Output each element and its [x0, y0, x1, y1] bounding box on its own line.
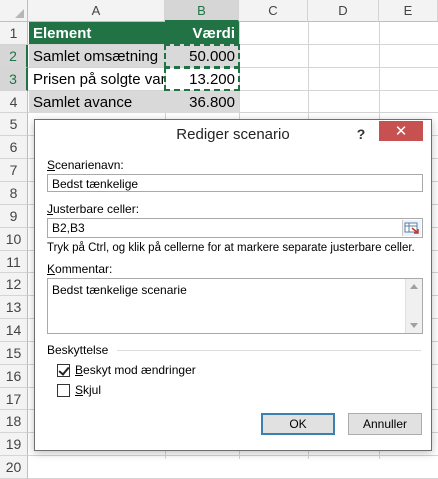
dialog-titlebar[interactable]: Rediger scenario ? ✕ [35, 120, 431, 150]
row-header-19[interactable]: 19 [0, 433, 28, 456]
range-select-icon [404, 222, 419, 234]
ok-button[interactable]: OK [261, 413, 335, 435]
scenario-name-input[interactable]: Bedst tænkelige [47, 174, 423, 192]
row-header-3[interactable]: 3 [0, 68, 28, 91]
row-header-17[interactable]: 17 [0, 388, 28, 410]
row-header-2[interactable]: 2 [0, 45, 28, 68]
row-header-5[interactable]: 5 [0, 113, 28, 136]
row-header-6[interactable]: 6 [0, 136, 28, 159]
prevent-changes-label[interactable]: Beskyt mod ændringer [75, 363, 196, 377]
row-header-10[interactable]: 10 [0, 228, 28, 251]
scroll-down-icon[interactable] [410, 323, 418, 328]
collapse-dialog-button[interactable] [402, 220, 421, 236]
hide-label[interactable]: Skjul [75, 383, 101, 397]
changing-cells-label: Justerbare celler: [47, 202, 140, 216]
hide-checkbox[interactable] [57, 384, 70, 397]
changing-cells-value: B2,B3 [52, 221, 85, 235]
cell-a2[interactable]: Samlet omsætning [29, 45, 165, 67]
row-header-7[interactable]: 7 [0, 159, 28, 182]
cell-a4[interactable]: Samlet avance [29, 91, 165, 113]
row-header-8[interactable]: 8 [0, 182, 28, 205]
row-header-18[interactable]: 18 [0, 410, 28, 433]
scenario-name-label: Scenarienavn: [47, 158, 124, 172]
cell-b3[interactable]: 13.200 [165, 68, 239, 90]
row-header-15[interactable]: 15 [0, 342, 28, 365]
comment-label: Kommentar: [47, 262, 113, 276]
column-header-e[interactable]: E [379, 0, 438, 22]
column-header-c[interactable]: C [239, 0, 308, 22]
column-header-d[interactable]: D [308, 0, 379, 22]
close-icon: ✕ [394, 123, 408, 140]
protection-group-label: Beskyttelse [47, 343, 109, 357]
protection-separator [117, 350, 421, 351]
column-header-a[interactable]: A [28, 0, 165, 22]
comment-text: Bedst tænkelige scenarie [52, 283, 187, 297]
cell-b2[interactable]: 50.000 [165, 45, 239, 67]
row-header-12[interactable]: 12 [0, 273, 28, 296]
row-header-20[interactable]: 20 [0, 456, 28, 479]
select-all-corner[interactable] [0, 0, 28, 22]
row-header-16[interactable]: 16 [0, 365, 28, 388]
row-header-1[interactable]: 1 [0, 22, 28, 45]
cell-a3[interactable]: Prisen på solgte varer [29, 68, 165, 90]
row-header-4[interactable]: 4 [0, 91, 28, 113]
row-header-11[interactable]: 11 [0, 251, 28, 273]
comment-textarea[interactable]: Bedst tænkelige scenarie [47, 278, 423, 334]
cell-b4[interactable]: 36.800 [165, 91, 239, 113]
row-header-9[interactable]: 9 [0, 205, 28, 228]
comment-scrollbar[interactable] [405, 279, 422, 333]
row-header-13[interactable]: 13 [0, 296, 28, 319]
help-button[interactable]: ? [349, 123, 373, 145]
cell-b1[interactable]: Værdi [165, 22, 239, 44]
column-header-b[interactable]: B [165, 0, 239, 22]
changing-cells-input[interactable]: B2,B3 [47, 218, 423, 238]
edit-scenario-dialog: Rediger scenario ? ✕ Scenarienavn: Bedst… [34, 119, 432, 451]
prevent-changes-checkbox[interactable] [57, 364, 70, 377]
row-header-14[interactable]: 14 [0, 319, 28, 342]
cancel-button[interactable]: Annuller [348, 413, 422, 435]
cell-a1[interactable]: Element [29, 22, 165, 44]
scroll-up-icon[interactable] [410, 284, 418, 289]
close-button[interactable]: ✕ [379, 121, 423, 141]
changing-cells-hint: Tryk på Ctrl, og klik på cellerne for at… [47, 242, 415, 254]
